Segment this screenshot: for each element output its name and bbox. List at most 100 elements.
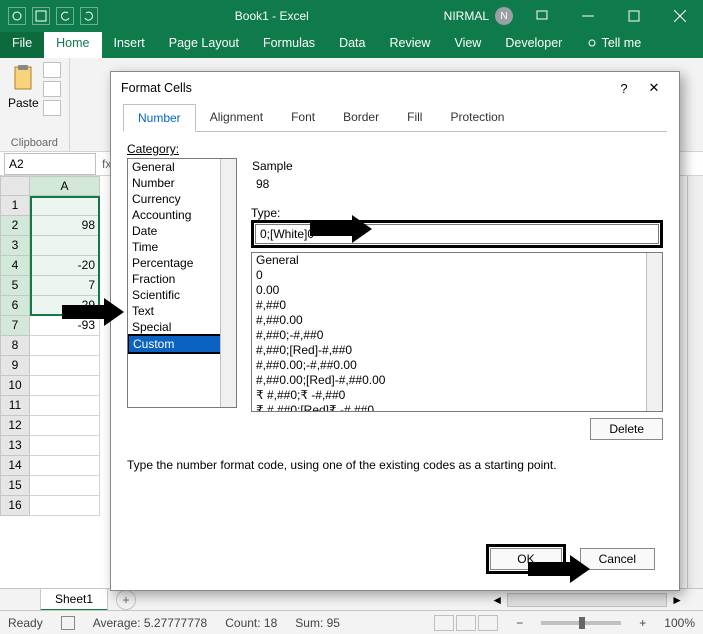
format-item[interactable]: #,##0;[Red]-#,##0 [252,343,662,358]
copy-icon[interactable] [43,81,61,97]
row-header[interactable]: 5 [0,276,30,296]
zoom-out-button[interactable]: − [516,616,523,630]
cell[interactable] [30,476,100,496]
delete-button[interactable]: Delete [590,418,663,440]
zoom-slider[interactable] [541,621,621,625]
row-header[interactable]: 2 [0,216,30,236]
add-sheet-button[interactable]: + [116,590,136,610]
row-header[interactable]: 1 [0,196,30,216]
row-header[interactable]: 11 [0,396,30,416]
horizontal-scrollbar[interactable]: ◄ ► [491,593,683,607]
format-item[interactable]: ₹ #,##0;[Red]₹ -#,##0 [252,403,662,412]
dialog-tab-border[interactable]: Border [329,104,393,131]
cancel-button[interactable]: Cancel [580,548,655,570]
format-item[interactable]: #,##0.00 [252,313,662,328]
dialog-close-button[interactable]: ✕ [639,80,669,96]
dialog-tab-font[interactable]: Font [277,104,329,131]
select-all-corner[interactable] [0,176,30,196]
tab-view[interactable]: View [442,32,493,58]
row-header[interactable]: 9 [0,356,30,376]
row-header[interactable]: 15 [0,476,30,496]
category-list[interactable]: General Number Currency Accounting Date … [127,158,237,408]
row-header[interactable]: 4 [0,256,30,276]
scroll-left-icon[interactable]: ◄ [491,593,503,607]
dialog-help-button[interactable]: ? [609,81,639,96]
tab-file[interactable]: File [0,32,44,58]
tab-home[interactable]: Home [44,32,101,58]
autosave-toggle[interactable] [8,7,26,25]
row-header[interactable]: 3 [0,236,30,256]
dialog-tab-fill[interactable]: Fill [393,104,436,131]
dialog-tab-alignment[interactable]: Alignment [196,104,277,131]
zoom-in-button[interactable]: + [639,616,646,630]
tab-tell-me[interactable]: Tell me [574,32,653,58]
row-header[interactable]: 14 [0,456,30,476]
cell[interactable] [30,416,100,436]
ribbon-options-icon[interactable] [519,0,565,32]
dialog-tab-number[interactable]: Number [123,104,196,132]
tell-me-label: Tell me [602,36,642,50]
paste-icon [8,62,38,96]
tab-formulas[interactable]: Formulas [251,32,327,58]
format-item[interactable]: 0.00 [252,283,662,298]
sample-value: 98 [252,175,662,193]
record-macro-icon[interactable] [61,616,75,630]
format-item[interactable]: #,##0 [252,298,662,313]
sheet-tab-sheet1[interactable]: Sheet1 [40,588,108,611]
sheet-tab-bar: Sheet1 + ◄ ► [0,588,703,610]
tab-page-layout[interactable]: Page Layout [157,32,251,58]
cell[interactable] [30,456,100,476]
format-list-scrollbar[interactable] [646,253,662,411]
row-header[interactable]: 6 [0,296,30,316]
zoom-level[interactable]: 100% [664,616,695,630]
format-item[interactable]: #,##0.00;[Red]-#,##0.00 [252,373,662,388]
cut-icon[interactable] [43,62,61,78]
row-header[interactable]: 7 [0,316,30,336]
format-code-list[interactable]: General 0 0.00 #,##0 #,##0.00 #,##0;-#,#… [251,252,663,412]
tab-developer[interactable]: Developer [493,32,574,58]
save-icon[interactable] [32,7,50,25]
annotation-arrow [310,215,372,243]
format-item[interactable]: 0 [252,268,662,283]
scroll-right-icon[interactable]: ► [671,593,683,607]
cell[interactable] [30,436,100,456]
row-header[interactable]: 10 [0,376,30,396]
paste-button[interactable]: Paste [8,62,39,116]
tab-data[interactable]: Data [327,32,377,58]
avatar[interactable]: N [495,7,513,25]
format-item[interactable]: General [252,253,662,268]
row-header[interactable]: 12 [0,416,30,436]
cell[interactable] [30,356,100,376]
undo-icon[interactable] [56,7,74,25]
cell[interactable] [30,376,100,396]
minimize-button[interactable] [565,0,611,32]
cell[interactable] [30,496,100,516]
vertical-scrollbar[interactable] [687,176,703,610]
tab-review[interactable]: Review [377,32,442,58]
view-page-layout-icon[interactable] [456,615,476,631]
clipboard-group: Paste Clipboard [0,58,70,151]
dialog-tab-protection[interactable]: Protection [436,104,518,131]
view-normal-icon[interactable] [434,615,454,631]
maximize-button[interactable] [611,0,657,32]
format-item[interactable]: ₹ #,##0;₹ -#,##0 [252,388,662,403]
user-name: NIRMAL [444,9,489,23]
close-button[interactable] [657,0,703,32]
view-page-break-icon[interactable] [478,615,498,631]
cell[interactable] [30,336,100,356]
category-scrollbar[interactable] [220,159,236,407]
col-header-a[interactable]: A [30,176,100,196]
format-item[interactable]: #,##0.00;-#,##0.00 [252,358,662,373]
row-header[interactable]: 16 [0,496,30,516]
delete-label: Delete [609,422,644,436]
cell[interactable] [30,396,100,416]
status-sum: Sum: 95 [295,616,340,630]
redo-icon[interactable] [80,7,98,25]
row-header[interactable]: 13 [0,436,30,456]
paste-label: Paste [8,96,39,110]
row-header[interactable]: 8 [0,336,30,356]
tab-insert[interactable]: Insert [102,32,157,58]
format-item[interactable]: #,##0;-#,##0 [252,328,662,343]
format-painter-icon[interactable] [43,100,61,116]
name-box[interactable] [4,153,96,175]
